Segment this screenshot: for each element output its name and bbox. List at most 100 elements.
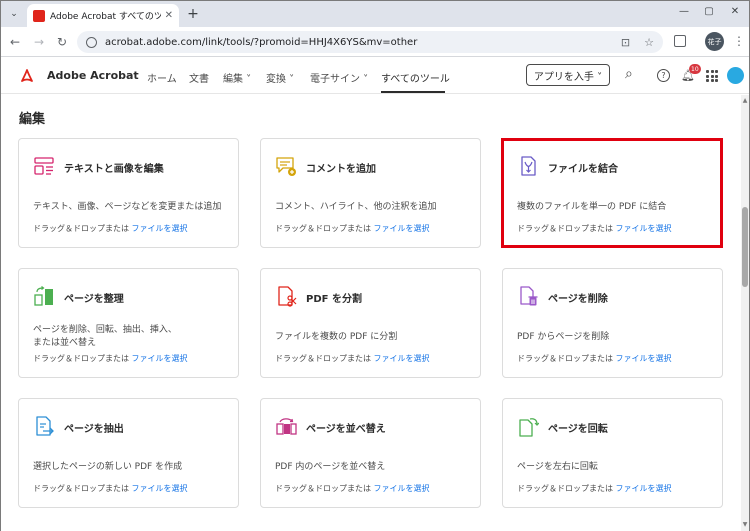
card-description: ページを削除、回転、抽出、挿入、 または並べ替え xyxy=(33,325,177,348)
select-file-link[interactable]: ファイルを選択 xyxy=(374,484,430,493)
select-file-link[interactable]: ファイルを選択 xyxy=(132,354,188,363)
select-file-link[interactable]: ファイルを選択 xyxy=(132,224,188,233)
drop-hint-text: ドラッグ＆ドロップまたは xyxy=(517,354,613,363)
card-drop-hint: ドラッグ＆ドロップまたは ファイルを選択 xyxy=(275,223,430,234)
drop-hint-text: ドラッグ＆ドロップまたは xyxy=(517,224,613,233)
card-drop-hint: ドラッグ＆ドロップまたは ファイルを選択 xyxy=(33,353,188,364)
select-file-link[interactable]: ファイルを選択 xyxy=(616,224,672,233)
card-title: ファイルを結合 xyxy=(548,164,618,175)
scroll-up-arrow-icon[interactable]: ▲ xyxy=(742,97,748,104)
drop-hint-text: ドラッグ＆ドロップまたは xyxy=(275,224,371,233)
drop-hint-text: ドラッグ＆ドロップまたは xyxy=(33,224,129,233)
card-description: 複数のファイルを単一の PDF に結合 xyxy=(517,202,667,212)
extensions-icon[interactable] xyxy=(674,35,686,47)
drop-hint-text: ドラッグ＆ドロップまたは xyxy=(33,354,129,363)
card-drop-hint: ドラッグ＆ドロップまたは ファイルを選択 xyxy=(517,223,672,234)
card-description: 選択したページの新しい PDF を作成 xyxy=(33,462,183,472)
reload-button[interactable]: ↻ xyxy=(55,35,69,49)
tab-close-icon[interactable]: ✕ xyxy=(165,10,173,21)
tool-card-organize-pages[interactable]: ページを整理 ページを削除、回転、抽出、挿入、 または並べ替え ドラッグ＆ドロッ… xyxy=(18,268,239,378)
address-bar[interactable]: acrobat.adobe.com/link/tools/?promoid=HH… xyxy=(77,31,663,53)
browser-tab-active[interactable]: Adobe Acrobat すべてのツール ✕ xyxy=(27,4,179,27)
drop-hint-text: ドラッグ＆ドロップまたは xyxy=(275,354,371,363)
nav-edit[interactable]: 編集 ˅ xyxy=(223,70,251,85)
card-title: ページを並べ替え xyxy=(306,424,386,435)
card-description: ページを左右に回転 xyxy=(517,462,598,472)
scroll-down-arrow-icon[interactable]: ▼ xyxy=(742,521,748,528)
drop-hint-text: ドラッグ＆ドロップまたは xyxy=(517,484,613,493)
split-pdf-icon xyxy=(278,286,297,307)
card-title: コメントを追加 xyxy=(306,164,376,175)
profile-avatar[interactable]: 花子 xyxy=(705,32,724,51)
nav-convert[interactable]: 変換 ˅ xyxy=(266,70,294,85)
site-info-icon[interactable] xyxy=(86,36,97,48)
card-drop-hint: ドラッグ＆ドロップまたは ファイルを選択 xyxy=(33,483,188,494)
active-tab-indicator xyxy=(381,91,445,93)
select-file-link[interactable]: ファイルを選択 xyxy=(616,484,672,493)
tool-card-reorder-pages[interactable]: ページを並べ替え PDF 内のページを並べ替え ドラッグ＆ドロップまたは ファイ… xyxy=(260,398,481,508)
nav-home[interactable]: ホーム xyxy=(147,70,177,85)
select-file-link[interactable]: ファイルを選択 xyxy=(374,224,430,233)
acrobat-favicon-icon xyxy=(33,9,45,22)
card-title: ページを回転 xyxy=(548,424,608,435)
card-drop-hint: ドラッグ＆ドロップまたは ファイルを選択 xyxy=(517,483,672,494)
combine-files-icon xyxy=(521,156,536,176)
card-title: ページを削除 xyxy=(548,294,608,305)
search-icon[interactable]: ⌕ xyxy=(625,66,633,82)
nav-documents[interactable]: 文書 xyxy=(189,70,209,85)
card-description: PDF 内のページを並べ替え xyxy=(275,462,386,472)
new-tab-button[interactable]: + xyxy=(185,6,201,22)
get-app-button[interactable]: アプリを入手 ˅ xyxy=(526,64,610,86)
bookmark-star-icon[interactable]: ☆ xyxy=(644,36,654,49)
page-scrollbar[interactable]: ▲ ▼ xyxy=(741,95,749,531)
scrollbar-thumb[interactable] xyxy=(742,207,748,287)
tool-card-edit-text-image[interactable]: テキストと画像を編集 テキスト、画像、ページなどを変更または追加 ドラッグ＆ドロ… xyxy=(18,138,239,248)
select-file-link[interactable]: ファイルを選択 xyxy=(132,484,188,493)
browser-menu-icon[interactable]: ⋮ xyxy=(733,34,745,48)
select-file-link[interactable]: ファイルを選択 xyxy=(374,354,430,363)
tool-card-extract-pages[interactable]: ページを抽出 選択したページの新しい PDF を作成 ドラッグ＆ドロップまたは … xyxy=(18,398,239,508)
tab-search-icon[interactable]: ⌄ xyxy=(6,6,22,22)
url-text[interactable]: acrobat.adobe.com/link/tools/?promoid=HH… xyxy=(105,37,607,48)
tool-card-delete-pages[interactable]: ページを削除 PDF からページを削除 ドラッグ＆ドロップまたは ファイルを選択 xyxy=(502,268,723,378)
acrobat-logo-icon[interactable] xyxy=(19,68,35,84)
card-drop-hint: ドラッグ＆ドロップまたは ファイルを選択 xyxy=(275,353,430,364)
maximize-button[interactable]: ▢ xyxy=(702,6,716,17)
tab-title: Adobe Acrobat すべてのツール xyxy=(50,12,161,22)
window-close-button[interactable]: ✕ xyxy=(728,6,742,17)
edit-text-image-icon xyxy=(34,157,54,175)
acrobat-header: Adobe Acrobat ホーム 文書 編集 ˅ 変換 ˅ 電子サイン ˅ す… xyxy=(1,58,749,94)
drop-hint-text: ドラッグ＆ドロップまたは xyxy=(33,484,129,493)
card-description: PDF からページを削除 xyxy=(517,332,610,342)
browser-tab-strip: ⌄ Adobe Acrobat すべてのツール ✕ + — ▢ ✕ xyxy=(1,1,749,27)
tab-search-glyph: ⌄ xyxy=(10,9,18,19)
tool-card-add-comment[interactable]: コメントを追加 コメント、ハイライト、他の注釈を追加 ドラッグ＆ドロップまたは … xyxy=(260,138,481,248)
app-switcher-icon[interactable] xyxy=(706,70,718,82)
tools-content: 編集 テキストと画像を編集 テキスト、画像、ページなどを変更または追加 ドラッグ… xyxy=(1,95,741,531)
install-app-icon[interactable]: ⊡ xyxy=(621,36,630,49)
card-description: テキスト、画像、ページなどを変更または追加 xyxy=(33,202,222,212)
tool-card-combine-files[interactable]: ファイルを結合 複数のファイルを単一の PDF に結合 ドラッグ＆ドロップまたは… xyxy=(502,138,723,248)
minimize-button[interactable]: — xyxy=(677,6,691,17)
card-title: テキストと画像を編集 xyxy=(64,164,164,175)
reorder-pages-icon xyxy=(276,418,297,435)
nav-all-tools[interactable]: すべてのツール xyxy=(381,70,450,85)
user-avatar[interactable] xyxy=(727,67,744,84)
tool-card-split-pdf[interactable]: PDF を分割 ファイルを複数の PDF に分割 ドラッグ＆ドロップまたは ファ… xyxy=(260,268,481,378)
card-title: ページを整理 xyxy=(64,294,124,305)
help-icon[interactable]: ? xyxy=(657,69,670,82)
nav-e-sign[interactable]: 電子サイン ˅ xyxy=(310,70,368,85)
card-title: PDF を分割 xyxy=(306,294,362,305)
back-button[interactable]: ← xyxy=(8,35,22,49)
forward-button[interactable]: → xyxy=(32,35,46,49)
card-description: ファイルを複数の PDF に分割 xyxy=(275,332,398,342)
rotate-pages-icon xyxy=(519,418,539,437)
tool-card-rotate-pages[interactable]: ページを回転 ページを左右に回転 ドラッグ＆ドロップまたは ファイルを選択 xyxy=(502,398,723,508)
delete-pages-icon xyxy=(520,286,538,306)
card-drop-hint: ドラッグ＆ドロップまたは ファイルを選択 xyxy=(33,223,188,234)
select-file-link[interactable]: ファイルを選択 xyxy=(616,354,672,363)
brand-name[interactable]: Adobe Acrobat xyxy=(47,69,139,82)
card-drop-hint: ドラッグ＆ドロップまたは ファイルを選択 xyxy=(275,483,430,494)
extract-pages-icon xyxy=(36,416,54,436)
card-drop-hint: ドラッグ＆ドロップまたは ファイルを選択 xyxy=(517,353,672,364)
